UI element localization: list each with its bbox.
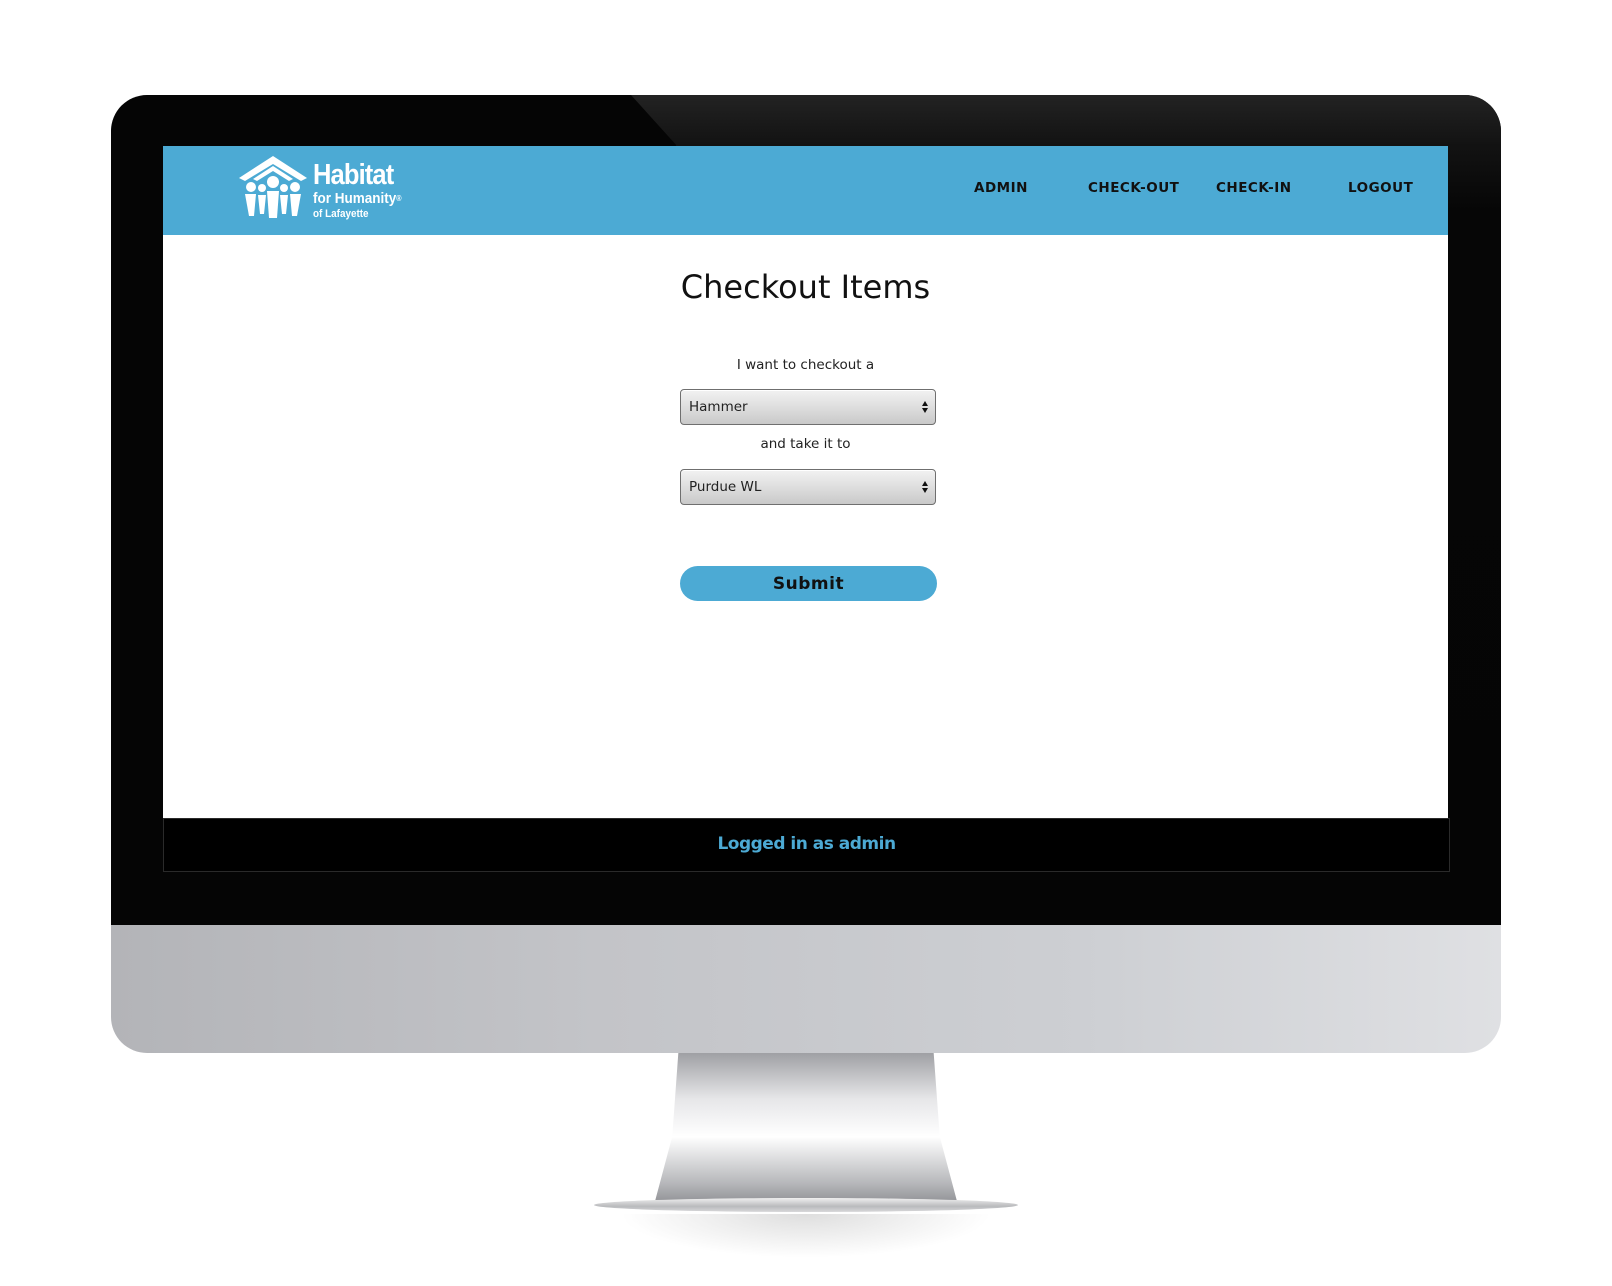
footer-bar: Logged in as admin: [163, 818, 1450, 872]
select-up-down-arrows-icon: [922, 481, 928, 493]
monitor-stand-reflection: [620, 1214, 992, 1258]
nav-admin[interactable]: ADMIN: [974, 180, 1028, 196]
logo-subtitle: for Humanity®: [313, 190, 402, 207]
submit-button[interactable]: Submit: [680, 566, 937, 601]
monitor-chin: [111, 925, 1501, 1053]
nav-check-in[interactable]: CHECK-IN: [1216, 180, 1292, 196]
app-screen: Habitat for Humanity® of Lafayette ADMIN…: [163, 146, 1448, 818]
location-select-value: Purdue WL: [689, 479, 762, 495]
page-title: Checkout Items: [680, 268, 931, 306]
habitat-house-people-icon: [239, 156, 307, 218]
site-header: Habitat for Humanity® of Lafayette ADMIN…: [163, 146, 1448, 235]
nav-logout[interactable]: LOGOUT: [1348, 180, 1413, 196]
item-select[interactable]: Hammer: [680, 389, 936, 425]
logo-location: of Lafayette: [313, 208, 369, 220]
select-up-down-arrows-icon: [922, 401, 928, 413]
monitor-stand-foot: [594, 1198, 1018, 1212]
logo-title: Habitat: [313, 159, 394, 191]
habitat-logo[interactable]: Habitat for Humanity® of Lafayette: [237, 154, 427, 226]
monitor-mockup: Habitat for Humanity® of Lafayette ADMIN…: [0, 0, 1612, 1286]
location-prompt-label: and take it to: [760, 436, 851, 452]
monitor-stand: [654, 1053, 958, 1205]
login-status: Logged in as admin: [717, 834, 896, 854]
item-prompt-label: I want to checkout a: [736, 357, 875, 373]
nav-check-out[interactable]: CHECK-OUT: [1088, 180, 1179, 196]
location-select[interactable]: Purdue WL: [680, 469, 936, 505]
item-select-value: Hammer: [689, 399, 748, 415]
